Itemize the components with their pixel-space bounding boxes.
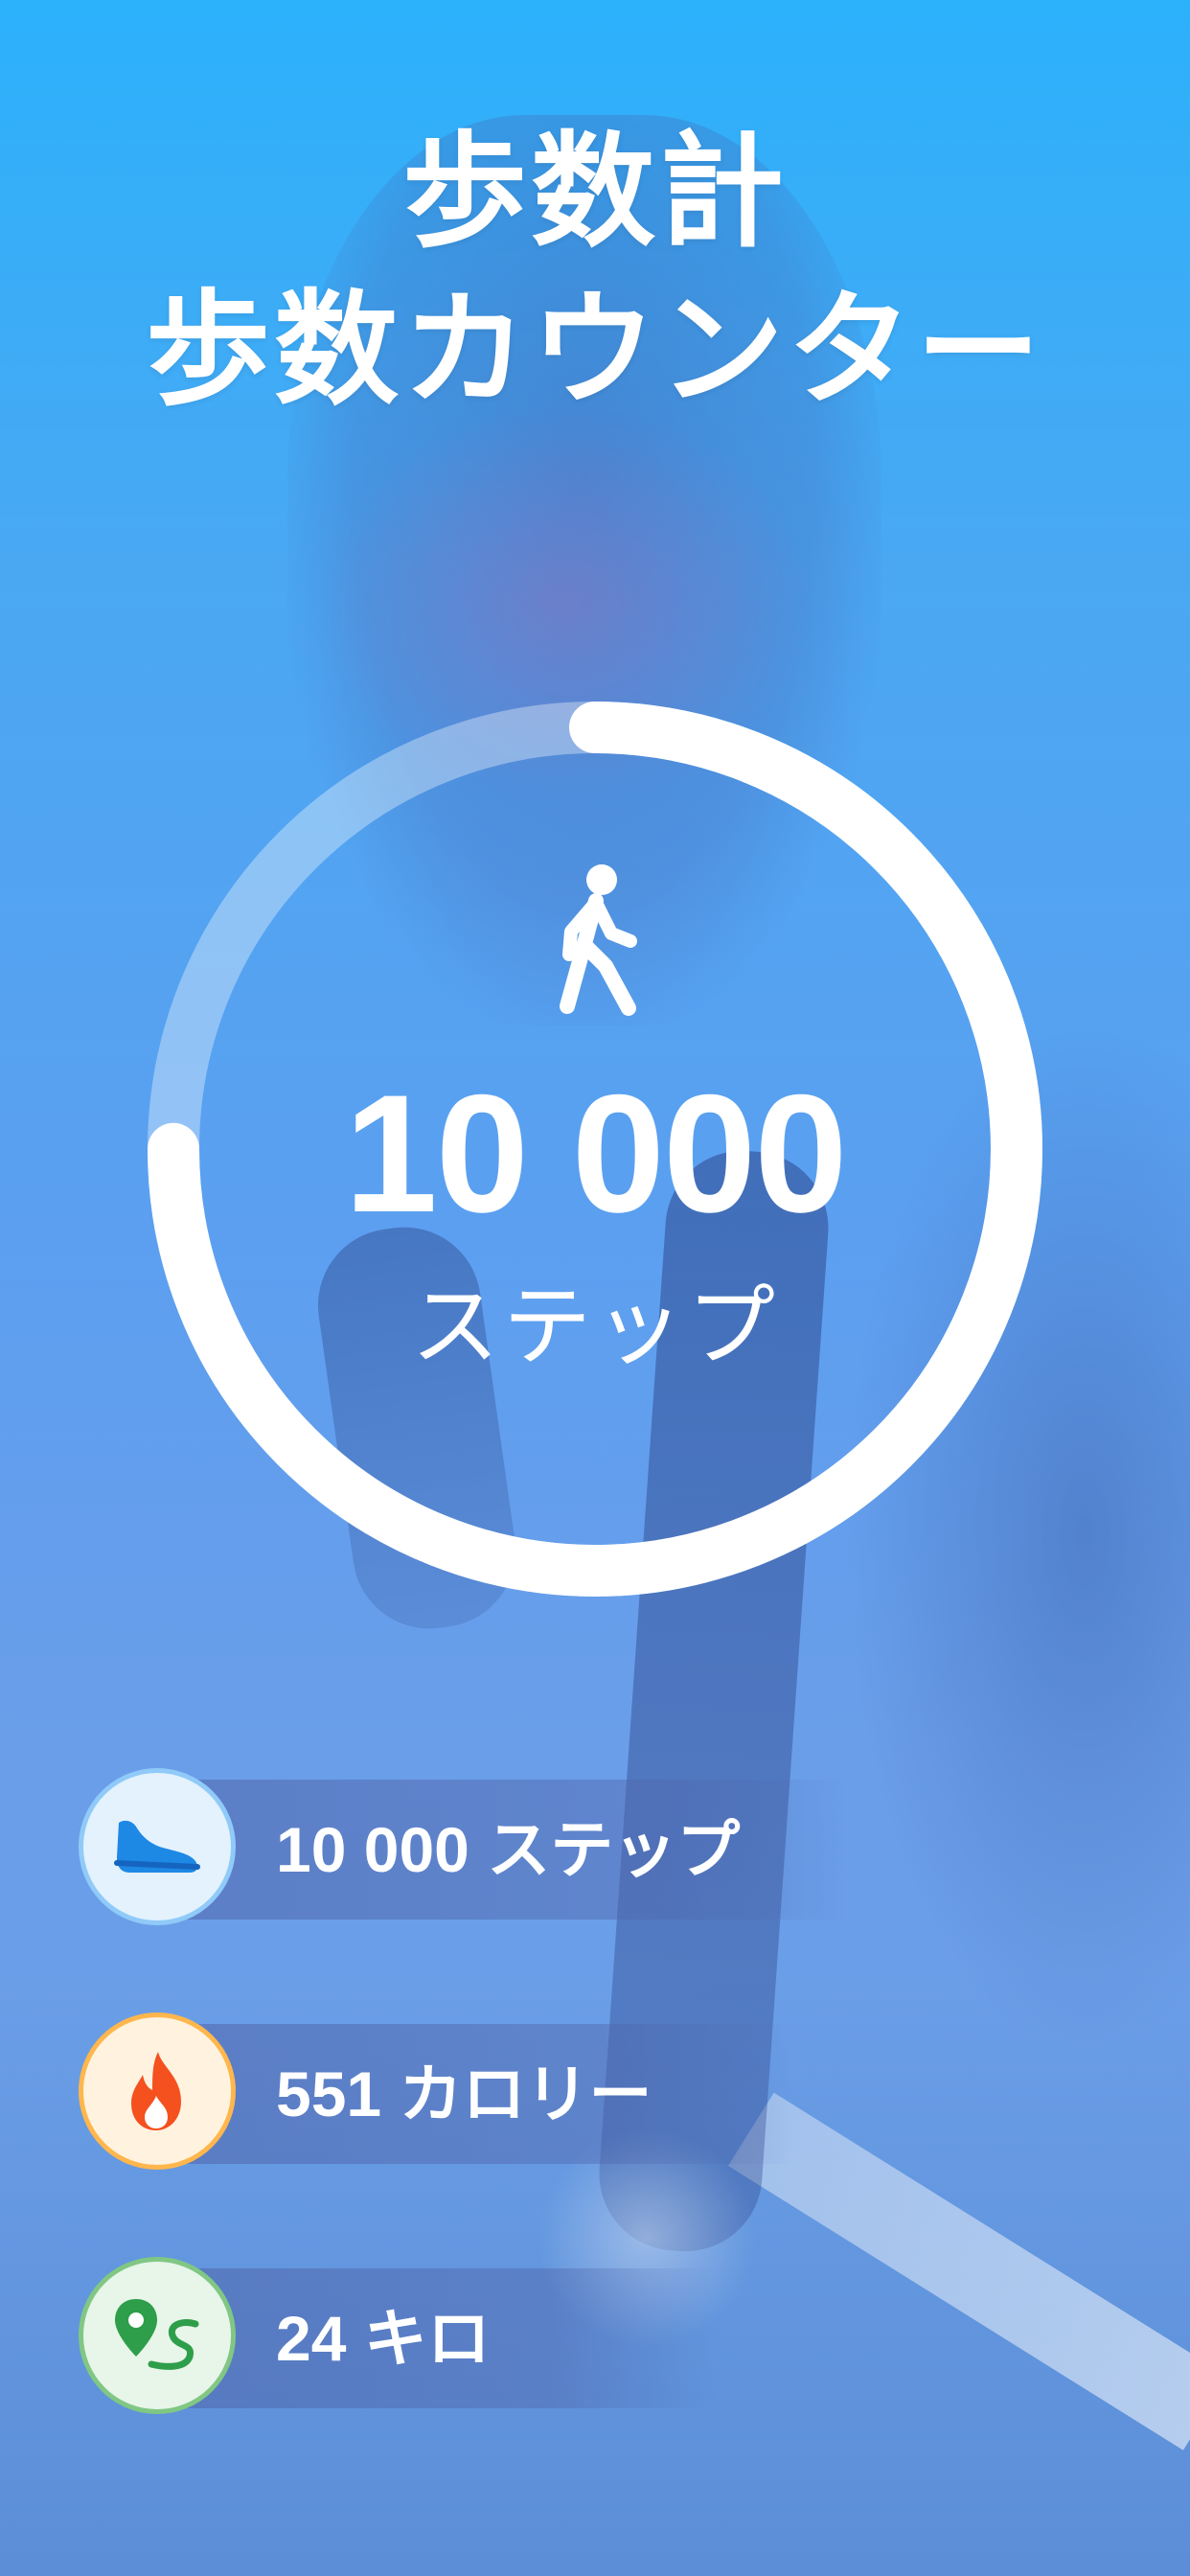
route-pin-icon <box>79 2257 236 2414</box>
step-count-unit: ステップ <box>410 1276 779 1378</box>
app-subtitle: 歩数カウンター <box>145 277 1044 423</box>
stat-calories-text: 551 カロリー <box>276 2058 652 2129</box>
app-screen: 歩数計 歩数カウンター 10 000 ステップ 10 000 ステップ 551 … <box>0 0 1190 2576</box>
walking-person-icon <box>546 862 642 1016</box>
stat-row-steps: 10 000 ステップ <box>79 1768 1037 1931</box>
stat-row-distance: 24 キロ <box>79 2257 1037 2420</box>
step-count-value: 10 000 <box>344 1061 847 1248</box>
app-title: 歩数計 <box>401 119 788 264</box>
flame-icon <box>79 2012 236 2170</box>
shoe-icon <box>79 1768 236 1925</box>
stat-steps-text: 10 000 ステップ <box>276 1814 741 1885</box>
stat-row-calories: 551 カロリー <box>79 2012 1037 2175</box>
stat-distance-text: 24 キロ <box>276 2303 491 2374</box>
